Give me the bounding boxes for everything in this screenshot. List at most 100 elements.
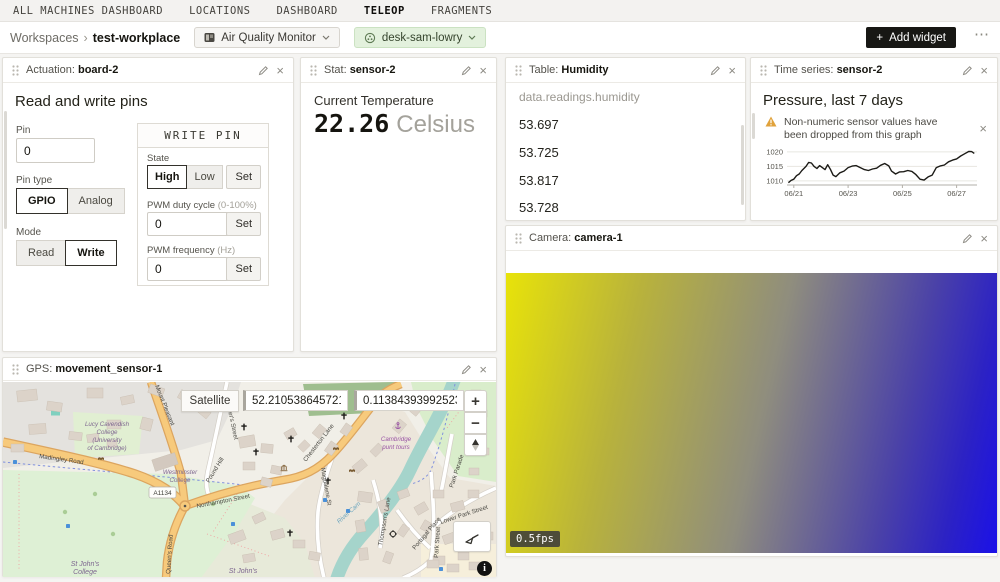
close-icon[interactable]: × <box>980 64 988 77</box>
write-pin-body: State High Low Set PWM duty cycle (0-100… <box>138 148 268 285</box>
x-tick-label: 06/21 <box>784 189 803 198</box>
breadcrumb-current[interactable]: test-workplace <box>93 31 181 45</box>
satellite-toggle-button[interactable]: Satellite <box>181 390 239 412</box>
map-compass-button[interactable] <box>464 434 487 456</box>
widget-title: Camera: camera-1 <box>529 232 623 244</box>
edit-pencil-icon[interactable] <box>962 65 973 76</box>
map-zoom-out-button[interactable]: − <box>464 412 487 434</box>
stat-body: Current Temperature 22.26 Celsius <box>301 83 496 351</box>
pin-label: Pin <box>16 125 30 136</box>
close-icon[interactable]: × <box>479 64 487 77</box>
pwm-duty-input[interactable] <box>147 212 229 236</box>
drag-handle-icon[interactable] <box>310 65 317 76</box>
widget-actuation: Actuation: board-2 × Read and write pins… <box>2 57 294 352</box>
close-icon[interactable]: × <box>728 64 736 77</box>
scrollbar-thumb[interactable] <box>741 125 744 205</box>
map-locate-button[interactable] <box>453 521 491 552</box>
widget-stat: Stat: sensor-2 × Current Temperature 22.… <box>300 57 497 352</box>
state-low-button[interactable]: Low <box>186 165 222 189</box>
pin-input[interactable] <box>16 138 95 163</box>
chevron-down-icon <box>322 35 330 40</box>
widget-title: GPS: movement_sensor-1 <box>26 363 162 375</box>
chart-title: Pressure, last 7 days <box>763 92 903 109</box>
stat-unit: Celsius <box>396 111 475 139</box>
svg-text:A1134: A1134 <box>153 490 172 497</box>
scrollbar-thumb[interactable] <box>4 111 7 229</box>
table-row: 53.697 <box>519 117 559 132</box>
nav-item-fragments[interactable]: FRAGMENTS <box>418 5 505 17</box>
widget-timeseries: Time series: sensor-2 × Pressure, last 7… <box>750 57 998 221</box>
svg-text:Cambridge: Cambridge <box>381 436 412 443</box>
close-icon[interactable]: × <box>980 232 988 245</box>
map-container: A1134 Madingley Road Mount Pleasant Nort… <box>3 382 496 577</box>
more-menu-button[interactable]: ⋯ <box>974 25 990 43</box>
pwm-freq-set-button[interactable]: Set <box>226 257 261 281</box>
navigation-arrow-icon <box>464 529 480 545</box>
breadcrumb-root[interactable]: Workspaces <box>10 31 79 45</box>
close-icon[interactable]: × <box>479 363 487 376</box>
svg-text:College: College <box>73 569 97 576</box>
state-high-button[interactable]: High <box>147 165 187 189</box>
warning-banner: Non-numeric sensor values have been drop… <box>765 116 975 142</box>
edit-pencil-icon[interactable] <box>461 364 472 375</box>
scrollbar-thumb[interactable] <box>752 113 755 139</box>
mode-read-button[interactable]: Read <box>16 240 66 266</box>
edit-pencil-icon[interactable] <box>710 65 721 76</box>
widget-table: Table: Humidity × data.readings.humidity… <box>505 57 746 221</box>
x-tick-label: 06/25 <box>893 189 912 198</box>
close-icon[interactable]: × <box>276 64 284 77</box>
x-tick-label: 06/27 <box>947 189 966 198</box>
drag-handle-icon[interactable] <box>515 233 522 244</box>
svg-text:Westminster: Westminster <box>163 469 198 476</box>
map-zoom-in-button[interactable]: + <box>464 390 487 412</box>
mode-label: Mode <box>16 227 41 238</box>
svg-text:Lucy Cavendish: Lucy Cavendish <box>85 421 130 428</box>
workspace-select[interactable]: Air Quality Monitor <box>194 27 340 48</box>
drag-handle-icon[interactable] <box>515 65 522 76</box>
warning-text: Non-numeric sensor values have been drop… <box>784 116 962 142</box>
table-row: 53.728 <box>519 200 559 215</box>
widget-title: Actuation: board-2 <box>26 64 118 76</box>
edit-pencil-icon[interactable] <box>258 65 269 76</box>
edit-pencil-icon[interactable] <box>461 65 472 76</box>
edit-pencil-icon[interactable] <box>962 233 973 244</box>
widget-camera: Camera: camera-1 × 0.5fps <box>505 225 998 557</box>
pressure-series-line <box>788 151 974 182</box>
table-body: data.readings.humidity 53.697 53.725 53.… <box>506 83 745 220</box>
longitude-input[interactable] <box>354 390 464 411</box>
y-tick-label: 1010 <box>766 176 783 185</box>
stat-value-row: 22.26 Celsius <box>314 109 475 139</box>
add-widget-button[interactable]: + Add widget <box>866 27 956 48</box>
svg-text:of Cambridge): of Cambridge) <box>87 445 126 452</box>
svg-text:College: College <box>170 477 192 484</box>
nav-item-locations[interactable]: LOCATIONS <box>176 5 263 17</box>
gps-map[interactable]: A1134 Madingley Road Mount Pleasant Nort… <box>3 382 496 577</box>
nav-item-all-machines-dashboard[interactable]: ALL MACHINES DASHBOARD <box>0 5 176 17</box>
stat-value: 22.26 <box>314 109 389 138</box>
pwm-freq-input[interactable] <box>147 257 229 281</box>
pin-type-toggle: GPIO Analog <box>16 188 125 214</box>
latitude-input[interactable] <box>243 390 348 411</box>
pwm-duty-set-button[interactable]: Set <box>226 212 261 236</box>
nav-item-teleop[interactable]: TELEOP <box>351 5 418 17</box>
state-set-button[interactable]: Set <box>226 165 261 189</box>
pin-type-analog-button[interactable]: Analog <box>67 188 125 214</box>
stat-label: Current Temperature <box>314 93 434 108</box>
drag-handle-icon[interactable] <box>760 65 767 76</box>
write-pin-title: WRITE PIN <box>138 124 268 148</box>
nav-item-dashboard[interactable]: DASHBOARD <box>263 5 350 17</box>
widget-title: Stat: sensor-2 <box>324 64 396 76</box>
svg-text:punt tours: punt tours <box>381 444 410 451</box>
pin-type-gpio-button[interactable]: GPIO <box>16 188 68 214</box>
machine-select[interactable]: desk-sam-lowry <box>354 27 487 48</box>
pwm-freq-label: PWM frequency (Hz) <box>147 245 235 256</box>
drag-handle-icon[interactable] <box>12 364 19 375</box>
map-road-ref-badge: A1134 <box>149 487 176 498</box>
timeseries-body: Pressure, last 7 days Non-numeric sensor… <box>751 83 997 220</box>
drag-handle-icon[interactable] <box>12 65 19 76</box>
map-info-icon[interactable]: i <box>477 561 492 576</box>
actuation-heading: Read and write pins <box>15 93 148 110</box>
warning-dismiss-icon[interactable]: × <box>979 121 987 136</box>
mode-write-button[interactable]: Write <box>65 240 116 266</box>
workspace-icon <box>204 32 215 43</box>
